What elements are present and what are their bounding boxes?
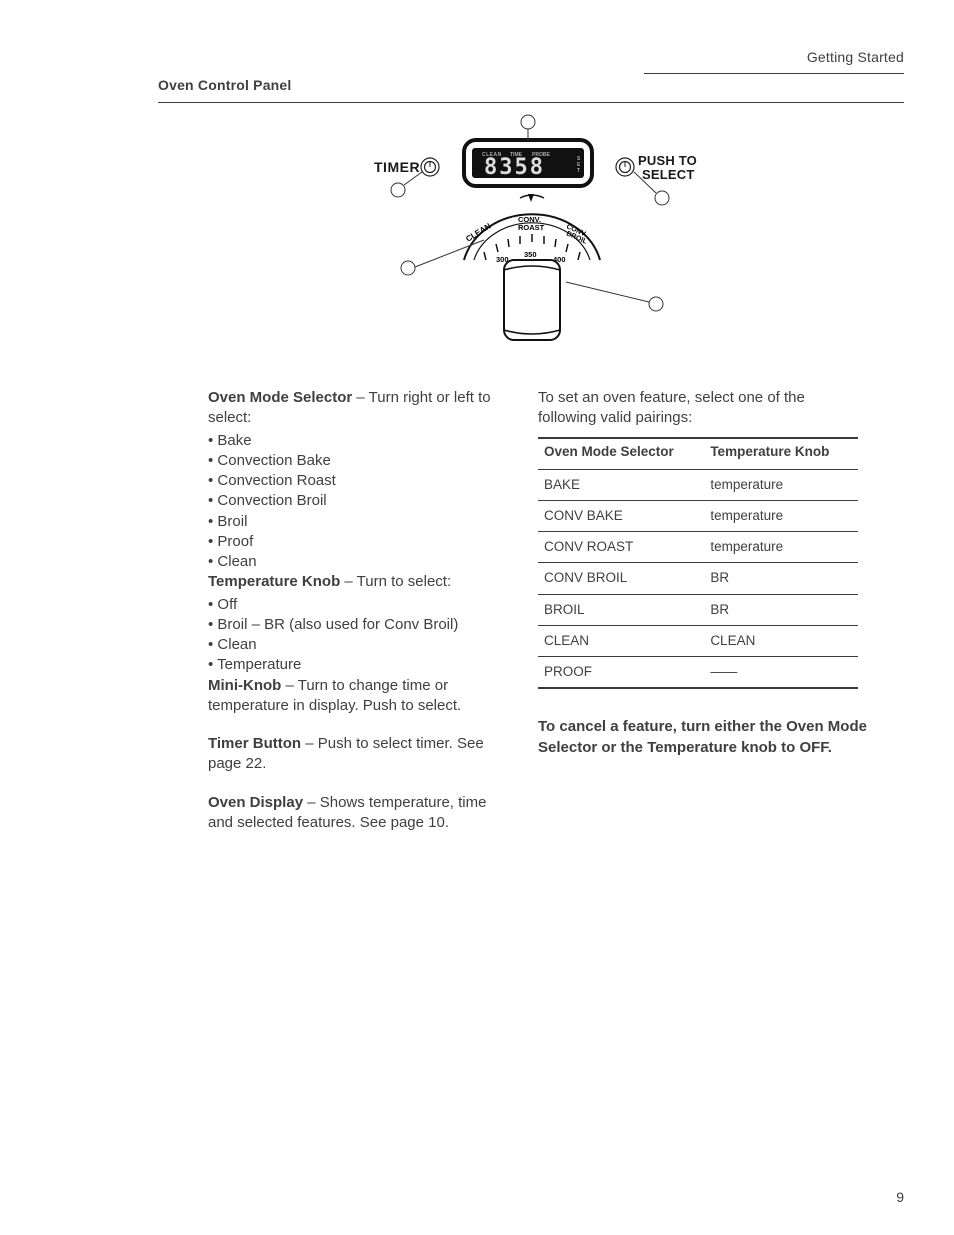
timer-button-desc: Timer Button – Push to select timer. See… xyxy=(208,734,508,775)
right-column: To set an oven feature, select one of th… xyxy=(538,388,898,762)
table-head-temp: Temperature Knob xyxy=(704,438,858,470)
pairings-table: Oven Mode Selector Temperature Knob BAKE… xyxy=(538,437,858,690)
table-row: BROILBR xyxy=(538,594,858,625)
cancel-note: To cancel a feature, turn either the Ove… xyxy=(538,717,898,758)
mini-knob-desc: Mini-Knob – Turn to change time or tempe… xyxy=(208,676,508,717)
svg-text:8358: 8358 xyxy=(484,155,545,180)
tk-list: Off Broil – BR (also used for Conv Broil… xyxy=(208,595,508,676)
page-number: 9 xyxy=(896,1188,904,1207)
oms-list: Bake Convection Bake Convection Roast Co… xyxy=(208,431,508,573)
control-panel-svg: CLEAN TIME PROBE S E T 8358 xyxy=(356,112,736,372)
svg-text:350: 350 xyxy=(524,250,537,259)
svg-text:ROAST: ROAST xyxy=(518,223,545,232)
tk-lead: Temperature Knob – Turn to select: xyxy=(208,572,508,592)
table-row: CONV BROILBR xyxy=(538,563,858,594)
header-rule xyxy=(158,102,904,103)
svg-text:T: T xyxy=(577,168,580,174)
oven-display-icon: CLEAN TIME PROBE S E T 8358 xyxy=(464,140,592,186)
table-row: BAKEtemperature xyxy=(538,469,858,500)
control-panel-diagram: TIMER PUSH TO SELECT CLEAN xyxy=(356,112,736,372)
temperature-dial-icon: CLEAN CONV. ROAST CONV. BROIL 300 350 40… xyxy=(464,194,600,340)
left-column: Oven Mode Selector – Turn right or left … xyxy=(208,388,508,851)
header-breadcrumb: Getting Started xyxy=(644,48,904,74)
oms-lead: Oven Mode Selector – Turn right or left … xyxy=(208,388,508,408)
table-head-mode: Oven Mode Selector xyxy=(538,438,704,470)
table-row: CONV BAKEtemperature xyxy=(538,500,858,531)
section-title: Oven Control Panel xyxy=(158,76,292,95)
svg-text:CLEAN: CLEAN xyxy=(464,221,492,243)
timer-knob-icon xyxy=(421,158,439,176)
table-row: CLEANCLEAN xyxy=(538,625,858,656)
oven-display-desc: Oven Display – Shows temperature, time a… xyxy=(208,793,508,834)
table-row: PROOF—— xyxy=(538,657,858,689)
mini-knob-icon xyxy=(616,158,634,176)
table-row: CONV ROASTtemperature xyxy=(538,532,858,563)
